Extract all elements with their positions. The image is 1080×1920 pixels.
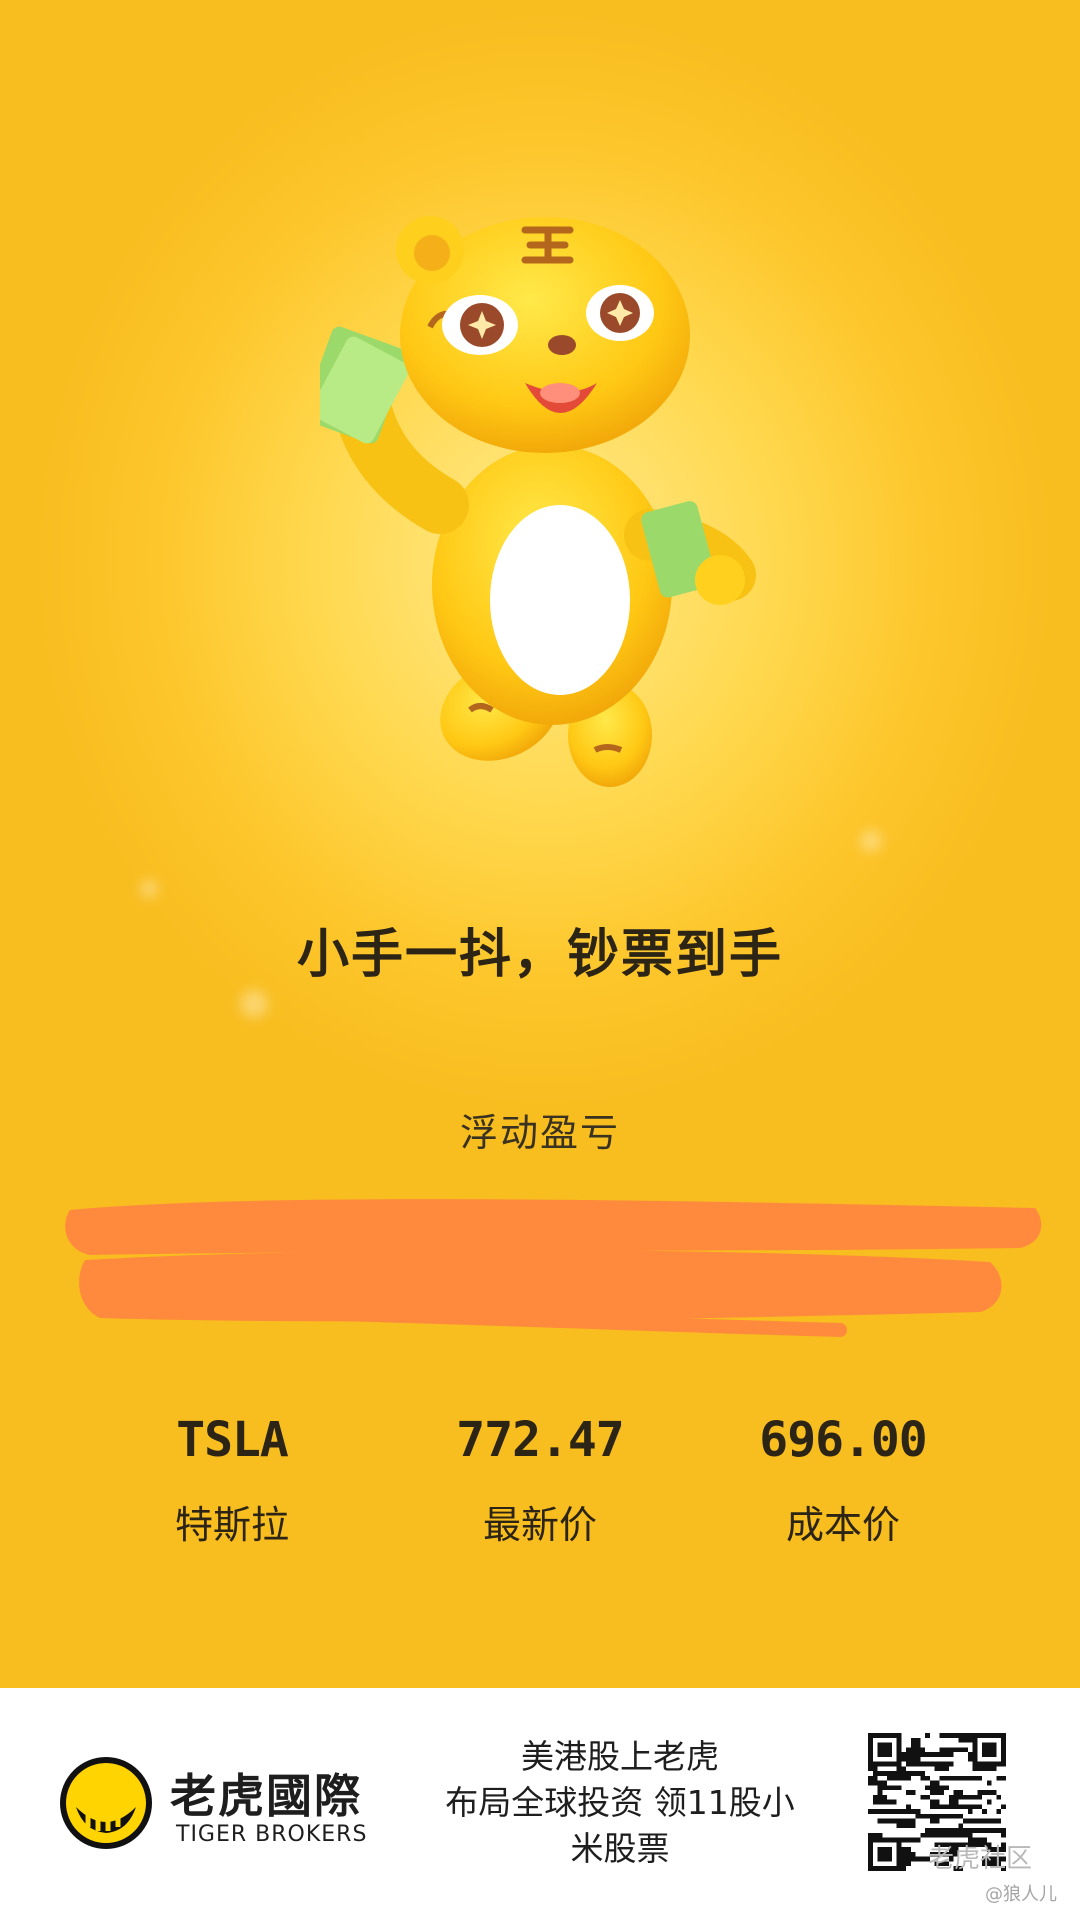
floating-pnl-label: 浮动盈亏	[459, 1111, 620, 1155]
latest-price-value: 772.47	[456, 1412, 624, 1468]
ticker-name: 特斯拉	[174, 1503, 289, 1547]
stat-cost-price: 696.00 成本价	[683, 1412, 1003, 1549]
brand-name-cn: 老虎國際	[170, 1769, 362, 1823]
share-card: 小手一抖，钞票到手 浮动盈亏 TSLA 特斯拉 772.47 最新价 696.0…	[0, 0, 1080, 1688]
stat-ticker: TSLA 特斯拉	[72, 1412, 392, 1549]
brand-name-en: TIGER BROKERS	[176, 1822, 368, 1847]
promo-line-3: 米股票	[570, 1829, 670, 1868]
tiger-brokers-logo-icon	[60, 1757, 152, 1849]
cost-price-value: 696.00	[759, 1412, 927, 1468]
redaction-scribble	[65, 1199, 1042, 1337]
promo-line-1: 美港股上老虎	[521, 1737, 719, 1776]
sparkle	[240, 990, 268, 1018]
tiger-mascot-icon	[320, 216, 756, 787]
watermark-user: @狼人儿	[985, 1884, 1057, 1905]
promo-line-2: 布局全球投资 领11股小	[445, 1783, 795, 1822]
headline: 小手一抖，钞票到手	[296, 925, 783, 985]
stat-latest-price: 772.47 最新价	[380, 1412, 700, 1549]
watermark-community: 老虎社区	[928, 1844, 1033, 1874]
ticker-symbol: TSLA	[176, 1412, 289, 1468]
promo-text: 美港股上老虎 布局全球投资 领11股小 米股票	[430, 1734, 810, 1872]
latest-price-label: 最新价	[482, 1503, 597, 1547]
sparkle	[140, 880, 158, 898]
sparkle	[860, 830, 882, 852]
cost-price-label: 成本价	[785, 1503, 900, 1547]
